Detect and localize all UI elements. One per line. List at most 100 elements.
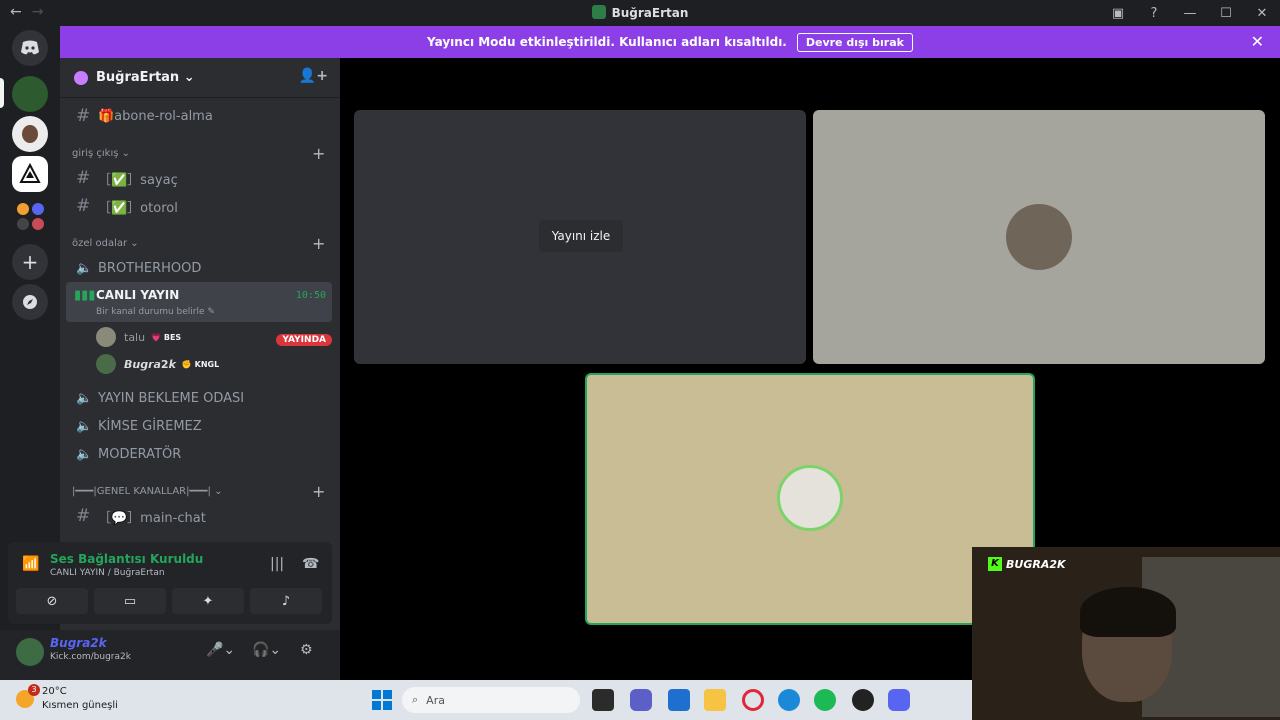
avatar[interactable] [16, 638, 44, 666]
user-tag: ✊ KNGL [181, 359, 220, 369]
microphone-icon[interactable]: 🎤⌄ [206, 642, 235, 658]
watch-stream-button[interactable]: Yayını izle [539, 220, 623, 252]
soundboard-button[interactable]: ♪ [250, 588, 322, 614]
voice-channel-item[interactable]: 🔈 KİMSE GİREMEZ [68, 413, 332, 439]
signal-icon: 📶 [22, 556, 40, 572]
voice-channel-item[interactable]: 🔈 MODERATÖR [68, 441, 332, 467]
speaker-icon: 🔈 [76, 418, 93, 434]
category-header[interactable]: |━━━|GENEL KANALLAR|━━━| ⌄ + [72, 482, 325, 501]
boost-badge-icon [74, 70, 88, 85]
active-voice-name: CANLI YAYIN [96, 288, 180, 302]
disable-streamer-mode-button[interactable]: Devre dışı bırak [796, 32, 913, 52]
channel-label: MODERATÖR [98, 446, 182, 462]
avatar [96, 327, 116, 347]
create-channel-icon[interactable]: + [312, 482, 325, 501]
server-icon-avatar[interactable] [12, 116, 48, 152]
user-tag: 💗 BES [151, 332, 182, 342]
camera-off-icon: ⊘ [46, 593, 58, 609]
hashtag-icon: # [76, 106, 91, 126]
streamer-hair [1080, 587, 1176, 637]
noise-suppression-icon[interactable]: ||| [270, 556, 284, 572]
custom-status: Kick.com/bugra2k [50, 652, 131, 662]
channel-status-prompt[interactable]: Bir kanal durumu belirle ✎ [96, 307, 215, 317]
screen-share-button[interactable]: ▭ [94, 588, 166, 614]
voice-connection-panel: 📶 Ses Bağlantısı Kuruldu CANLI YAYIN / B… [8, 542, 332, 624]
invite-user-icon[interactable]: 👤+ [299, 68, 328, 84]
window-controls: ▣ ? — ☐ ✕ [1100, 0, 1280, 26]
maximize-icon[interactable]: ☐ [1208, 6, 1244, 21]
active-voice-channel[interactable]: ▮▮▮ CANLI YAYIN Bir kanal durumu belirle… [66, 282, 332, 322]
hashtag-icon: # [76, 196, 91, 216]
create-channel-icon[interactable]: + [312, 144, 325, 163]
category-label: özel odalar ⌄ [72, 238, 139, 249]
channel-item[interactable]: # 🎁abone-rol-alma [68, 103, 332, 129]
brand-label: BUGRA2K [1006, 557, 1066, 571]
kick-logo-icon: K [988, 557, 1002, 571]
channel-item[interactable]: # ［✅］otorol [68, 193, 332, 219]
channel-label: ［✅］sayaç [98, 172, 178, 188]
user-panel: 𝘽𝙪𝙜𝙧𝙖2𝙠 Kick.com/bugra2k 🎤⌄ 🎧⌄ ⚙ [0, 630, 340, 680]
discord-taskbar-icon[interactable] [888, 689, 910, 711]
voice-user[interactable]: 𝘽𝙪𝙜𝙧𝙖2𝙠 ✊ KNGL [96, 353, 219, 375]
teams-icon[interactable] [630, 689, 652, 711]
taskbar-search[interactable]: ⌕ Ara [402, 687, 580, 713]
obs-icon[interactable] [852, 689, 874, 711]
category-header[interactable]: özel odalar ⌄ + [72, 234, 325, 253]
stream-tile[interactable]: Yayını izle [354, 110, 806, 364]
settings-gear-icon[interactable]: ⚙ [300, 642, 313, 658]
voice-activity-icon: ▮▮▮ [74, 288, 96, 303]
search-icon: ⌕ [412, 693, 419, 706]
close-icon[interactable]: ✕ [1244, 6, 1280, 21]
voice-user-name: 𝘽𝙪𝙜𝙧𝙖2𝙠 [124, 357, 176, 371]
locked-speaker-icon: 🔈 [76, 260, 93, 276]
windows-taskbar: 3 20°C Kısmen güneşli ⌕ Ara [0, 680, 972, 720]
participant-tile[interactable] [813, 110, 1265, 364]
server-icon-bugraertan[interactable] [12, 76, 48, 112]
store-icon[interactable] [668, 689, 690, 711]
avatar [96, 354, 116, 374]
channel-label: YAYIN BEKLEME ODASI [98, 390, 245, 406]
screen-share-icon: ▭ [123, 593, 137, 609]
guild-header[interactable]: BuğraErtan ⌄ 👤+ [60, 58, 340, 98]
opera-icon[interactable] [742, 689, 764, 711]
camera-toggle-button[interactable]: ⊘ [16, 588, 88, 614]
edge-icon[interactable] [778, 689, 800, 711]
title-bar: ← → BuğraErtan ▣ ? — ☐ ✕ [0, 0, 1280, 26]
banner-text: Yayıncı Modu etkinleştirildi. Kullanıcı … [427, 35, 787, 49]
voice-channel-item[interactable]: 🔈 YAYIN BEKLEME ODASI [68, 385, 332, 411]
headphones-icon[interactable]: 🎧⌄ [252, 642, 281, 658]
notification-badge: 3 [28, 684, 40, 696]
start-icon[interactable] [371, 689, 393, 711]
inbox-icon[interactable]: ▣ [1100, 6, 1136, 21]
guild-name: BuğraErtan ⌄ [96, 70, 195, 85]
add-server-icon[interactable]: + [12, 244, 48, 280]
spotify-icon[interactable] [814, 689, 836, 711]
channel-label: ［✅］otorol [98, 200, 178, 216]
task-view-icon[interactable] [592, 689, 614, 711]
disconnect-icon[interactable]: ☎ [302, 556, 319, 572]
banner-close-icon[interactable]: ✕ [1251, 32, 1264, 51]
server-icon-logo[interactable] [12, 156, 48, 192]
discover-icon[interactable] [12, 284, 48, 320]
server-folder-icon[interactable] [12, 198, 48, 234]
voice-connected-title[interactable]: Ses Bağlantısı Kuruldu [50, 552, 203, 566]
username[interactable]: 𝘽𝙪𝙜𝙧𝙖2𝙠 [50, 636, 107, 650]
voice-location[interactable]: CANLI YAYIN / BuğraErtan [50, 568, 165, 578]
category-header[interactable]: giriş çıkış ⌄ + [72, 144, 325, 163]
minimize-icon[interactable]: — [1172, 6, 1208, 21]
voice-timer: 10:50 [295, 290, 326, 301]
voice-user[interactable]: talu 💗 BES [96, 326, 181, 348]
channel-label: BROTHERHOOD [98, 260, 202, 276]
weather-description: Kısmen güneşli [42, 700, 118, 711]
create-channel-icon[interactable]: + [312, 234, 325, 253]
activities-button[interactable]: ✦ [172, 588, 244, 614]
channel-item[interactable]: # ［💬］main-chat [68, 503, 332, 529]
speaking-participant-tile[interactable] [585, 373, 1035, 625]
channel-item[interactable]: # ［✅］sayaç [68, 165, 332, 191]
help-icon[interactable]: ? [1136, 6, 1172, 21]
discord-home-icon[interactable] [12, 30, 48, 66]
category-label: |━━━|GENEL KANALLAR|━━━| ⌄ [72, 486, 223, 497]
voice-channel-item[interactable]: 🔈 BROTHERHOOD [68, 255, 332, 281]
weather-temperature: 20°C [42, 686, 67, 697]
file-explorer-icon[interactable] [704, 689, 726, 711]
